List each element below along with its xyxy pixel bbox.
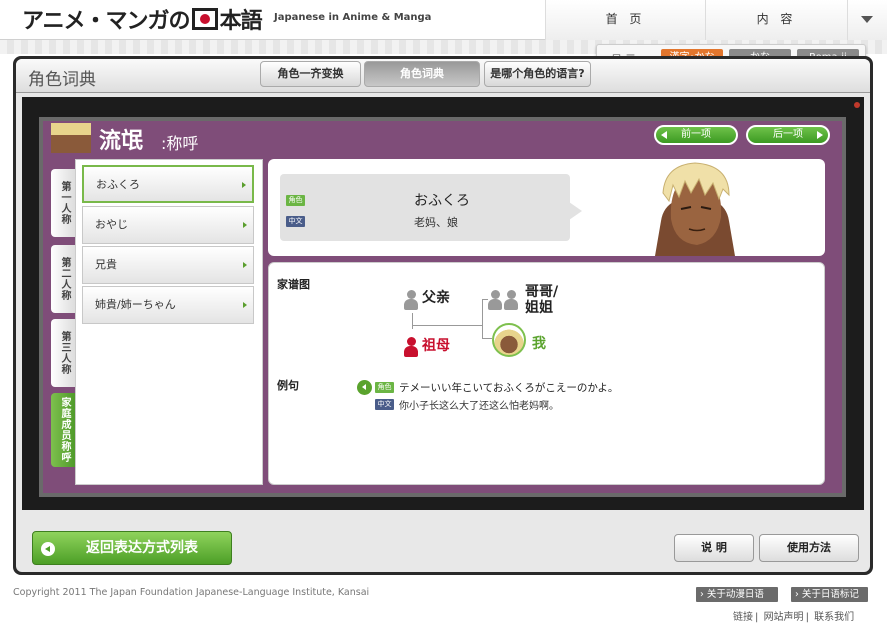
role-tag: 角色 <box>286 195 305 206</box>
next-item-button[interactable]: 后一项 <box>746 125 830 145</box>
person-grandma-icon <box>404 337 418 359</box>
about-notation-link[interactable]: › 关于日语标记 <box>791 587 868 602</box>
tab-character-switch[interactable]: 角色一齐变换 <box>260 61 361 87</box>
footer-links: 链接 | 网站声明 | 联系我们 <box>733 612 855 623</box>
prev-item-button[interactable]: 前一项 <box>654 125 738 145</box>
tree-line <box>482 299 483 339</box>
person-sibling-icon <box>488 290 502 312</box>
tab-character-dictionary[interactable]: 角色词典 <box>364 61 480 87</box>
term-list: おふくろ おやじ 兄貴 姉貴/姉ーちゃん <box>75 159 263 485</box>
speech-bubble: 角色 中文 おふくろ 老妈、娘 <box>280 174 582 241</box>
dictionary-screen: 流氓 :称呼 前一项 后一项 第一人称 第二人称 第三人称 家庭成员称呼 おふく… <box>43 121 842 493</box>
term-item-aneki[interactable]: 姉貴/姉ーちゃん <box>82 286 254 324</box>
category-tab-third-person[interactable]: 第三人称 <box>51 319 75 387</box>
how-to-use-button[interactable]: 使用方法 <box>759 534 859 562</box>
category-tab-family[interactable]: 家庭成员称呼 <box>51 393 75 467</box>
copyright-text: Copyright 2011 The Japan Foundation Japa… <box>13 587 370 598</box>
site-logo[interactable]: アニメ・マンガの 本語 <box>22 3 263 35</box>
term-item-aniki[interactable]: 兄貴 <box>82 246 254 284</box>
monitor-bezel: 流氓 :称呼 前一项 后一项 第一人称 第二人称 第三人称 家庭成员称呼 おふく… <box>39 117 846 497</box>
person-father-icon <box>404 290 418 312</box>
main-panel: 角色词典 角色一齐变换 角色词典 是哪个角色的语言? 流氓 :称呼 前一项 后一… <box>13 56 873 575</box>
character-subtitle: :称呼 <box>161 134 199 153</box>
term-japanese: おふくろ <box>414 193 470 209</box>
family-grandma-label: 祖母 <box>422 338 450 354</box>
family-tree-panel: 家谱图 父亲 祖母 哥哥/ 姐姐 我 例句 角色 中文 テメーいい年こいておふく… <box>268 262 825 485</box>
logo-text: アニメ・マンガの <box>22 9 191 34</box>
logo-text-after: 本語 <box>219 9 263 34</box>
term-item-oyaji[interactable]: おやじ <box>82 206 254 244</box>
speaker-icon[interactable] <box>357 380 372 395</box>
explain-button[interactable]: 说 明 <box>674 534 754 562</box>
logo-subtitle: Japanese in Anime & Manga <box>274 12 432 23</box>
example-label: 例句 <box>277 379 299 392</box>
power-led-icon <box>854 102 860 108</box>
page-title: 角色词典 <box>28 70 96 90</box>
term-info-panel: 角色 中文 おふくろ 老妈、娘 <box>268 159 825 256</box>
family-tree-label: 家谱图 <box>277 278 310 291</box>
site-header: アニメ・マンガの 本語 Japanese in Anime & Manga 首 页… <box>0 0 887 40</box>
tree-line <box>412 313 413 329</box>
tab-whose-language[interactable]: 是哪个角色的语言? <box>484 61 591 87</box>
menu-dropdown-icon[interactable] <box>847 0 887 40</box>
back-to-list-button[interactable]: 返回表达方式列表 <box>32 531 232 565</box>
family-me-label: 我 <box>532 336 546 352</box>
chinese-tag: 中文 <box>375 399 394 410</box>
footer-link-contact[interactable]: 联系我们 <box>814 612 854 623</box>
me-avatar <box>492 323 526 357</box>
title-bar: 角色词典 角色一齐变换 角色词典 是哪个角色的语言? <box>16 59 870 93</box>
family-siblings-label: 哥哥/ 姐姐 <box>525 284 559 316</box>
about-anime-japanese-label: 关于动漫日语 <box>706 589 764 600</box>
about-anime-japanese-link[interactable]: › 关于动漫日语 <box>696 587 778 602</box>
tree-line <box>412 325 482 326</box>
category-tab-second-person[interactable]: 第二人称 <box>51 245 75 313</box>
japan-flag-icon <box>191 8 218 30</box>
example-chinese: 你小子长这么大了还这么怕老妈啊。 <box>399 401 559 412</box>
character-portrait <box>655 162 735 256</box>
role-tag: 角色 <box>375 382 394 393</box>
footer-link-site-policy[interactable]: 网站声明 <box>764 612 804 623</box>
nav-home[interactable]: 首 页 <box>545 0 705 40</box>
monitor-frame: 流氓 :称呼 前一项 后一项 第一人称 第二人称 第三人称 家庭成员称呼 おふく… <box>22 97 864 510</box>
tree-line <box>482 338 492 339</box>
person-sibling-icon <box>504 290 518 312</box>
example-japanese: テメーいい年こいておふくろがこえーのかよ。 <box>399 382 619 394</box>
term-item-ofukuro[interactable]: おふくろ <box>82 165 254 203</box>
main-panel-inner: 角色词典 角色一齐变换 角色词典 是哪个角色的语言? 流氓 :称呼 前一项 后一… <box>16 59 870 572</box>
chinese-tag: 中文 <box>286 216 305 227</box>
about-notation-label: 关于日语标记 <box>801 589 859 600</box>
character-thumbnail <box>51 123 91 153</box>
nav-contents[interactable]: 内 容 <box>705 0 847 40</box>
term-meaning: 老妈、娘 <box>414 216 458 229</box>
family-father-label: 父亲 <box>422 290 450 306</box>
character-name: 流氓 <box>99 129 144 154</box>
footer-link-links[interactable]: 链接 <box>733 612 753 623</box>
category-tab-first-person[interactable]: 第一人称 <box>51 169 75 237</box>
